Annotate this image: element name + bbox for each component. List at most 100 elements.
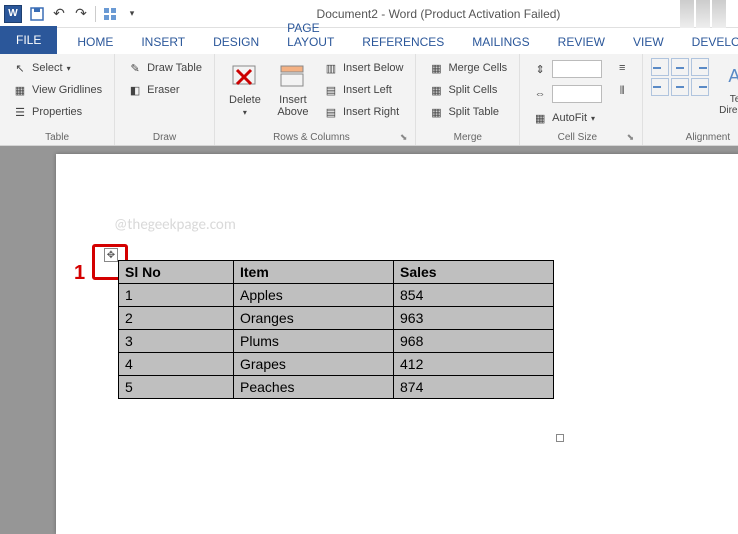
- table-move-handle[interactable]: ✥: [104, 248, 118, 262]
- data-table[interactable]: Sl No Item Sales 1 Apples 854 2 Oranges …: [118, 260, 554, 399]
- cell-item[interactable]: Oranges: [234, 307, 394, 330]
- autofit-button[interactable]: ▦AutoFit▾: [528, 108, 606, 128]
- tab-page-layout[interactable]: PAGE LAYOUT: [273, 16, 348, 54]
- row-height-icon: ⇕: [532, 61, 548, 77]
- tab-mailings[interactable]: MAILINGS: [458, 30, 543, 54]
- cell-sales[interactable]: 874: [394, 376, 554, 399]
- table-resize-handle[interactable]: [556, 434, 564, 442]
- qat-separator: [95, 6, 96, 22]
- cell-sales[interactable]: 968: [394, 330, 554, 353]
- split-table-button[interactable]: ▦Split Table: [424, 102, 511, 122]
- tab-review[interactable]: REVIEW: [544, 30, 619, 54]
- distribute-rows-button[interactable]: ≡: [610, 58, 634, 78]
- header-item[interactable]: Item: [234, 261, 394, 284]
- draw-table-button[interactable]: ✎ Draw Table: [123, 58, 206, 78]
- insert-above-button[interactable]: Insert Above: [271, 58, 315, 120]
- select-label: Select: [32, 62, 63, 74]
- table-row[interactable]: 5 Peaches 874: [119, 376, 554, 399]
- gridlines-label: View Gridlines: [32, 84, 102, 96]
- cell-sl[interactable]: 1: [119, 284, 234, 307]
- table-row[interactable]: 4 Grapes 412: [119, 353, 554, 376]
- delete-table-icon: [229, 60, 261, 92]
- text-direction-icon: A↕: [723, 60, 738, 92]
- ribbon-group-draw: ✎Draw Table ◧Eraser Draw: [115, 54, 215, 145]
- insert-below-icon: ▥: [323, 60, 339, 76]
- pencil-table-icon: ✎: [127, 60, 143, 76]
- select-button[interactable]: ↖Select▾: [8, 58, 106, 78]
- tab-view[interactable]: VIEW: [619, 30, 678, 54]
- cell-item[interactable]: Apples: [234, 284, 394, 307]
- insert-above-label: Insert Above: [277, 94, 308, 118]
- cell-sl[interactable]: 3: [119, 330, 234, 353]
- cell-sales[interactable]: 412: [394, 353, 554, 376]
- group-label-table: Table: [8, 130, 106, 143]
- cell-item[interactable]: Plums: [234, 330, 394, 353]
- group-label-alignment: Alignment: [651, 130, 738, 143]
- insert-left-button[interactable]: ▤Insert Left: [319, 80, 408, 100]
- merge-cells-button[interactable]: ▦Merge Cells: [424, 58, 511, 78]
- insert-above-icon: [277, 60, 309, 92]
- delete-button[interactable]: Delete▾: [223, 58, 267, 119]
- eraser-icon: ◧: [127, 82, 143, 98]
- distribute-cols-button[interactable]: ⦀: [610, 81, 634, 101]
- window-title: Document2 - Word (Product Activation Fai…: [143, 7, 734, 21]
- table-row[interactable]: 2 Oranges 963: [119, 307, 554, 330]
- align-top-center-button[interactable]: [671, 58, 689, 76]
- table-row[interactable]: 1 Apples 854: [119, 284, 554, 307]
- undo-icon[interactable]: ↶: [48, 3, 70, 25]
- merge-cells-label: Merge Cells: [448, 62, 507, 74]
- view-gridlines-button[interactable]: ▦View Gridlines: [8, 80, 106, 100]
- insert-right-icon: ▤: [323, 104, 339, 120]
- ribbon-group-alignment: A↕ Text Direction Alignment: [643, 54, 738, 145]
- col-width-icon: ⇔: [532, 86, 548, 102]
- align-mid-center-button[interactable]: [671, 78, 689, 96]
- cell-sales[interactable]: 854: [394, 284, 554, 307]
- tab-developer[interactable]: DEVELOPER: [678, 30, 738, 54]
- cell-sales[interactable]: 963: [394, 307, 554, 330]
- insert-right-label: Insert Right: [343, 106, 399, 118]
- word-app-icon: W: [4, 5, 22, 23]
- tab-home[interactable]: HOME: [63, 30, 127, 54]
- decorative-bars: [678, 0, 738, 28]
- page[interactable]: @thegeekpage.com 1 ✥ Sl No Item Sales 1 …: [56, 154, 738, 534]
- insert-right-button[interactable]: ▤ Insert Right: [319, 102, 408, 122]
- align-top-left-button[interactable]: [651, 58, 669, 76]
- tab-design[interactable]: DESIGN: [199, 30, 273, 54]
- align-mid-right-button[interactable]: [691, 78, 709, 96]
- tab-references[interactable]: REFERENCES: [348, 30, 458, 54]
- properties-button[interactable]: ☰Properties: [8, 102, 106, 122]
- split-cells-button[interactable]: ▦Split Cells: [424, 80, 511, 100]
- align-top-right-button[interactable]: [691, 58, 709, 76]
- header-sales[interactable]: Sales: [394, 261, 554, 284]
- tab-insert[interactable]: INSERT: [127, 30, 199, 54]
- ribbon-group-table: ↖Select▾ ▦View Gridlines ☰Properties Tab…: [0, 54, 115, 145]
- cell-sl[interactable]: 2: [119, 307, 234, 330]
- draw-table-label: Draw Table: [147, 62, 202, 74]
- cell-item[interactable]: Peaches: [234, 376, 394, 399]
- col-width-input[interactable]: ⇔: [528, 83, 606, 105]
- text-direction-button[interactable]: A↕ Text Direction: [713, 58, 738, 118]
- ribbon-tabs: FILE HOME INSERT DESIGN PAGE LAYOUT REFE…: [0, 28, 738, 54]
- eraser-button[interactable]: ◧Eraser: [123, 80, 206, 100]
- rows-cols-dialog-launcher-icon[interactable]: ⬊: [400, 132, 408, 143]
- cell-size-dialog-launcher-icon[interactable]: ⬊: [627, 132, 635, 143]
- cell-item[interactable]: Grapes: [234, 353, 394, 376]
- cell-sl[interactable]: 5: [119, 376, 234, 399]
- table-row[interactable]: 3 Plums 968: [119, 330, 554, 353]
- header-sl-no[interactable]: Sl No: [119, 261, 234, 284]
- redo-icon[interactable]: ↷: [70, 3, 92, 25]
- insert-left-label: Insert Left: [343, 84, 392, 96]
- cell-sl[interactable]: 4: [119, 353, 234, 376]
- alignment-grid: [651, 58, 709, 96]
- split-table-icon: ▦: [428, 104, 444, 120]
- insert-below-button[interactable]: ▥Insert Below: [319, 58, 408, 78]
- text-direction-label: Text Direction: [719, 94, 738, 116]
- touch-mode-icon[interactable]: [99, 3, 121, 25]
- save-icon[interactable]: [26, 3, 48, 25]
- customize-qat-icon[interactable]: ▾: [121, 3, 143, 25]
- tab-file[interactable]: FILE: [0, 26, 57, 54]
- align-mid-left-button[interactable]: [651, 78, 669, 96]
- watermark-text: @thegeekpage.com: [114, 216, 236, 234]
- ribbon-group-merge: ▦Merge Cells ▦Split Cells ▦Split Table M…: [416, 54, 520, 145]
- row-height-input[interactable]: ⇕: [528, 58, 606, 80]
